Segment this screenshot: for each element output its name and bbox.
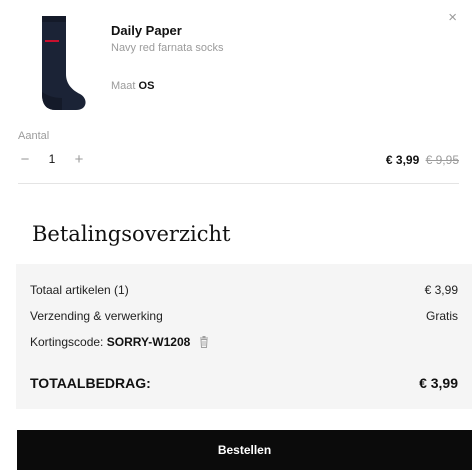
size-value: OS	[138, 80, 155, 92]
product-size: Maat OS	[111, 80, 154, 92]
summary-row-shipping: Verzending & verwerking Gratis	[30, 309, 458, 323]
summary-title: Betalingsoverzicht	[32, 222, 231, 246]
summary-row-total: TOTAALBEDRAG: € 3,99	[30, 375, 458, 391]
items-label: Totaal artikelen (1)	[30, 283, 129, 297]
summary-row-items: Totaal artikelen (1) € 3,99	[30, 283, 458, 297]
shipping-label: Verzending & verwerking	[30, 309, 163, 323]
discount-code: SORRY-W1208	[106, 335, 191, 349]
summary-row-discount: Kortingscode: SORRY-W1208	[30, 335, 458, 349]
divider	[18, 183, 459, 184]
shipping-value: Gratis	[425, 309, 458, 323]
size-label: Maat	[111, 80, 136, 92]
price-original: € 9,95	[425, 153, 459, 167]
product-brand: Daily Paper	[111, 23, 182, 38]
quantity-stepper: − 1 +	[18, 150, 86, 168]
total-value: € 3,99	[419, 375, 458, 391]
quantity-label: Aantal	[18, 130, 50, 142]
remove-item-button[interactable]: ×	[448, 10, 457, 25]
increment-button[interactable]: +	[72, 152, 86, 167]
product-name: Navy red farnata socks	[111, 42, 224, 54]
decrement-button[interactable]: −	[18, 152, 32, 167]
sock-product-image	[42, 16, 86, 110]
discount-info: Kortingscode: SORRY-W1208	[30, 335, 209, 349]
trash-icon[interactable]	[199, 336, 209, 348]
discount-label: Kortingscode:	[30, 335, 104, 349]
payment-summary: Totaal artikelen (1) € 3,99 Verzending &…	[16, 264, 472, 409]
total-label: TOTAALBEDRAG:	[30, 375, 151, 391]
price-current: € 3,99	[385, 153, 420, 167]
cart-item: × Daily Paper Navy red farnata socks Maa…	[0, 0, 475, 120]
quantity-value[interactable]: 1	[32, 152, 72, 166]
item-price: € 3,99 € 9,95	[386, 153, 459, 167]
items-value: € 3,99	[424, 283, 458, 297]
order-button[interactable]: Bestellen	[17, 430, 472, 470]
